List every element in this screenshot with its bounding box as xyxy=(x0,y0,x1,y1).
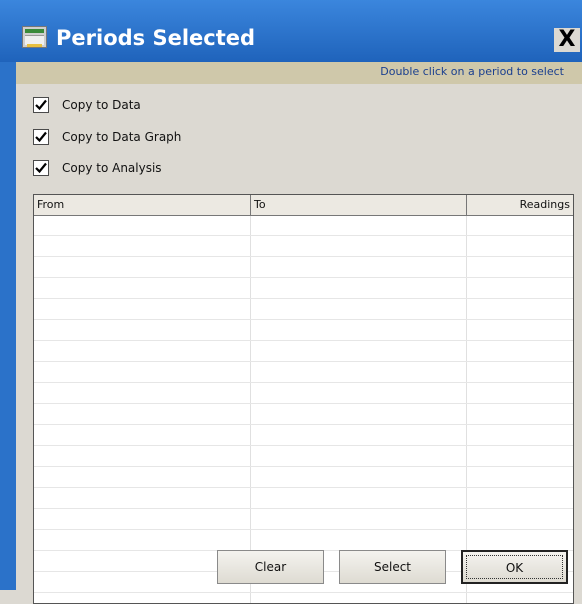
table-row[interactable] xyxy=(34,467,573,488)
clear-button[interactable]: Clear xyxy=(217,550,324,584)
table-row[interactable] xyxy=(34,488,573,509)
checkbox-box[interactable] xyxy=(33,97,49,113)
checkbox-label[interactable]: Copy to Data Graph xyxy=(62,130,181,144)
column-header-from[interactable]: From xyxy=(34,195,250,215)
dialog-window: Periods Selected X Double click on a per… xyxy=(0,0,582,604)
hint-text: Double click on a period to select xyxy=(380,65,564,78)
checkbox-label[interactable]: Copy to Data xyxy=(62,98,141,112)
table-row[interactable] xyxy=(34,257,573,278)
table-row[interactable] xyxy=(34,446,573,467)
table-row[interactable] xyxy=(34,299,573,320)
dialog-title: Periods Selected xyxy=(56,26,256,50)
table-row[interactable] xyxy=(34,509,573,530)
checkmark-icon xyxy=(35,162,47,174)
table-row[interactable] xyxy=(34,278,573,299)
table-row[interactable] xyxy=(34,236,573,257)
table-row[interactable] xyxy=(34,215,573,236)
checkmark-icon xyxy=(35,131,47,143)
table-row[interactable] xyxy=(34,404,573,425)
table-header: From To Readings xyxy=(34,195,573,216)
checkbox-box[interactable] xyxy=(33,160,49,176)
table-row[interactable] xyxy=(34,320,573,341)
title-bar[interactable]: Periods Selected X xyxy=(0,0,582,62)
checkbox-box[interactable] xyxy=(33,129,49,145)
table-row[interactable] xyxy=(34,425,573,446)
checkmark-icon xyxy=(35,99,47,111)
ok-button[interactable]: OK xyxy=(461,550,568,584)
hint-bar: Double click on a period to select xyxy=(16,62,582,84)
checkbox-label[interactable]: Copy to Analysis xyxy=(62,161,162,175)
table-row[interactable] xyxy=(34,383,573,404)
column-header-to[interactable]: To xyxy=(251,195,466,215)
table-row[interactable] xyxy=(34,530,573,551)
dialog-body: Double click on a period to select Copy … xyxy=(16,62,582,604)
table-row[interactable] xyxy=(34,341,573,362)
table-row[interactable] xyxy=(34,593,573,603)
select-button[interactable]: Select xyxy=(339,550,446,584)
app-icon xyxy=(22,26,47,48)
close-button[interactable]: X xyxy=(554,28,580,52)
ok-button-label: OK xyxy=(466,555,563,579)
table-row[interactable] xyxy=(34,362,573,383)
periods-table[interactable]: From To Readings xyxy=(33,194,574,604)
column-header-readings[interactable]: Readings xyxy=(467,195,573,215)
